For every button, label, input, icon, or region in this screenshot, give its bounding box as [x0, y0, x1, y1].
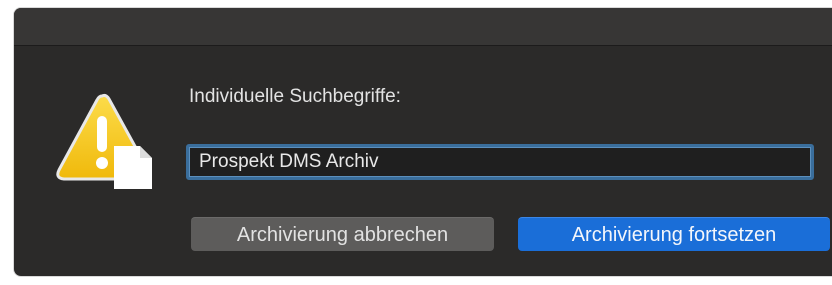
search-terms-field[interactable]	[186, 144, 814, 180]
continue-archiving-button[interactable]: Archivierung fortsetzen	[518, 217, 830, 251]
search-terms-input[interactable]	[189, 147, 811, 177]
document-icon	[114, 146, 152, 189]
cancel-archiving-button[interactable]: Archivierung abbrechen	[191, 217, 494, 251]
title-bar[interactable]	[14, 8, 832, 46]
archive-dialog: Individuelle Suchbegriffe: Archivierung …	[14, 8, 832, 276]
warning-icon	[56, 93, 152, 189]
prompt-label: Individuelle Suchbegriffe:	[189, 86, 401, 107]
